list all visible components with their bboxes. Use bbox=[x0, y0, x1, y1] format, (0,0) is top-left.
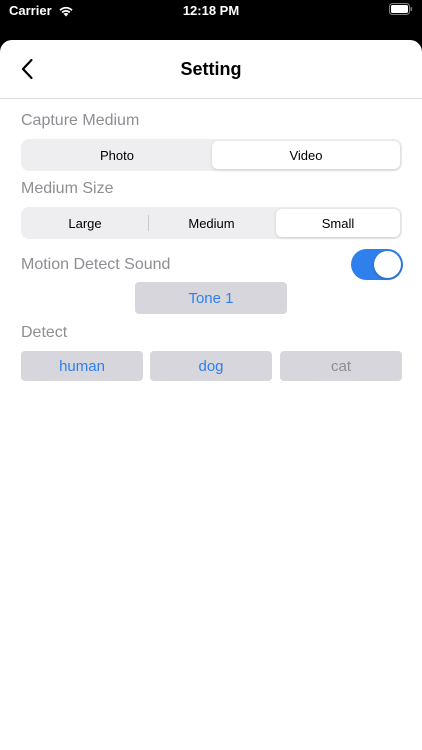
medium-size-label: Medium Size bbox=[21, 180, 114, 197]
detect-human-button[interactable]: human bbox=[21, 351, 143, 381]
segment-video[interactable]: Video bbox=[212, 141, 400, 169]
segment-photo[interactable]: Photo bbox=[23, 141, 211, 169]
capture-medium-label: Capture Medium bbox=[21, 112, 140, 129]
detect-cat-button[interactable]: cat bbox=[280, 351, 402, 381]
tone-select-button[interactable]: Tone 1 bbox=[135, 282, 287, 314]
status-bar: Carrier 12:18 PM bbox=[0, 0, 422, 38]
page-title: Setting bbox=[180, 59, 242, 79]
detect-label: Detect bbox=[21, 324, 68, 341]
navigation-bar: Setting bbox=[0, 40, 422, 99]
toggle-knob bbox=[374, 251, 401, 278]
motion-detect-sound-toggle[interactable] bbox=[351, 249, 403, 280]
battery-icon bbox=[389, 3, 413, 15]
segment-large[interactable]: Large bbox=[23, 209, 147, 237]
status-time: 12:18 PM bbox=[182, 3, 240, 18]
capture-medium-segmented-control: Photo Video bbox=[21, 139, 402, 171]
settings-sheet: Setting Capture Medium Photo Video Mediu… bbox=[0, 40, 422, 750]
medium-size-segmented-control: Large Medium Small bbox=[21, 207, 402, 239]
segment-medium[interactable]: Medium bbox=[149, 209, 274, 237]
detect-dog-button[interactable]: dog bbox=[150, 351, 272, 381]
motion-detect-sound-label: Motion Detect Sound bbox=[21, 256, 171, 273]
segment-small[interactable]: Small bbox=[276, 209, 400, 237]
